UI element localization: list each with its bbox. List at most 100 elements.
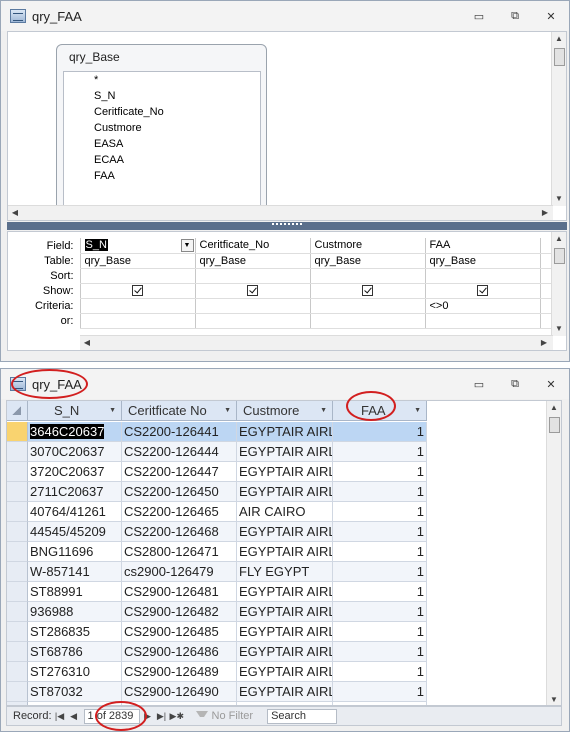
scroll-down-icon[interactable]: ▼ [552, 322, 566, 336]
record-selector[interactable] [7, 602, 28, 622]
table-row[interactable]: 44545/45209 CS2200-126468 EGYPTAIR AIRLI 1 [7, 522, 427, 542]
table-row[interactable]: ST88991 CS2900-126481 EGYPTAIR AIRLI 1 [7, 582, 427, 602]
table-cell[interactable]: 1 [333, 462, 427, 482]
record-selector[interactable] [7, 542, 28, 562]
table-cell[interactable]: EGYPTAIR AIRLI [237, 662, 333, 682]
table-cell[interactable]: CS2800-126471 [122, 542, 237, 562]
scroll-down-icon[interactable]: ▼ [552, 192, 566, 206]
table-cell[interactable]: CS2900-126485 [122, 622, 237, 642]
sort-arrow-icon[interactable]: ▼ [320, 401, 327, 421]
table-row[interactable]: 3070C20637 CS2200-126444 EGYPTAIR AIRLI 1 [7, 442, 427, 462]
table-row[interactable]: 3646C20637 CS2200-126441 EGYPTAIR AIRLI 1 [7, 422, 427, 442]
cell-value[interactable]: 3646C20637 [30, 424, 105, 439]
grid-horizontal-scrollbar[interactable]: ◀ ▶ [80, 335, 553, 350]
table-cell[interactable]: 1 [333, 502, 427, 522]
criteria-cell[interactable]: <>0 [424, 298, 540, 314]
table-cell[interactable]: EGYPTAIR AIRLI [237, 622, 333, 642]
table-cell[interactable]: CS2900-126481 [122, 582, 237, 602]
table-row[interactable]: 40764/41261 CS2200-126465 AIR CAIRO 1 [7, 502, 427, 522]
record-selector[interactable] [7, 422, 28, 442]
table-cell[interactable]: EGYPTAIR AIRLI [237, 482, 333, 502]
pane-splitter[interactable] [7, 222, 567, 230]
datasheet-vertical-scrollbar[interactable]: ▲ ▼ [546, 401, 561, 705]
criteria-cell[interactable] [309, 298, 425, 314]
record-selector[interactable] [7, 682, 28, 702]
table-cell[interactable]: 2711C20637 [28, 482, 122, 502]
or-cell[interactable] [424, 313, 540, 329]
last-record-icon[interactable]: ▶| [156, 711, 168, 722]
field-list-item[interactable]: Ceritficate_No [64, 104, 260, 120]
table-cell[interactable]: CS2900-126490 [122, 682, 237, 702]
table-cell[interactable]: 3720C20637 [28, 462, 122, 482]
table-cell[interactable]: CS2200-126468 [122, 522, 237, 542]
field-list-item[interactable]: * [64, 72, 260, 88]
field-list-item[interactable]: FAA [64, 168, 260, 184]
criteria-cell[interactable] [194, 298, 310, 314]
table-row[interactable]: ST276310 CS2900-126489 EGYPTAIR AIRLI 1 [7, 662, 427, 682]
minimize-button[interactable]: ▭ [461, 375, 497, 393]
record-selector[interactable] [7, 582, 28, 602]
field-value[interactable]: S_N [84, 238, 108, 251]
table-cell[interactable]: 3646C20637 [28, 422, 122, 442]
chevron-down-icon[interactable]: ▼ [180, 238, 194, 252]
scroll-thumb[interactable] [549, 417, 560, 433]
table-cell[interactable]: 1 [333, 582, 427, 602]
record-selector[interactable] [7, 502, 28, 522]
criteria-cell[interactable] [79, 298, 195, 314]
record-selector[interactable] [7, 442, 28, 462]
field-cell[interactable]: Custmore [309, 238, 425, 254]
table-row[interactable]: 2711C20637 CS2200-126450 EGYPTAIR AIRLI 1 [7, 482, 427, 502]
table-cell[interactable]: CS2200-126447 [122, 462, 237, 482]
table-cell[interactable]: FLY EGYPT [237, 562, 333, 582]
table-cell[interactable]: CS2200-126441 [122, 422, 237, 442]
first-record-icon[interactable]: |◀ [54, 711, 66, 722]
table-cell[interactable]: cs2900-126479 [122, 562, 237, 582]
table-row[interactable]: 936988 CS2900-126482 EGYPTAIR AIRLI 1 [7, 602, 427, 622]
table-cell[interactable]: 1 [333, 662, 427, 682]
table-cell[interactable]: EGYPTAIR AIRLI [237, 422, 333, 442]
table-cell[interactable]: W-857141 [28, 562, 122, 582]
field-list-item[interactable]: ECAA [64, 152, 260, 168]
or-cell[interactable] [309, 313, 425, 329]
table-cell[interactable]: CS2200-126444 [122, 442, 237, 462]
table-cell[interactable]: 40764/41261 [28, 502, 122, 522]
scroll-down-icon[interactable]: ▼ [547, 693, 561, 705]
table-cell[interactable]: ST276310 [28, 662, 122, 682]
scroll-right-icon[interactable]: ▶ [537, 336, 551, 350]
record-selector[interactable] [7, 522, 28, 542]
table-row[interactable]: BNG11696 CS2800-126471 EGYPTAIR AIRLI 1 [7, 542, 427, 562]
table-cell[interactable]: EGYPTAIR AIRLI [237, 522, 333, 542]
sort-cell[interactable] [424, 268, 540, 284]
table-field-list-box[interactable]: qry_Base * S_N Ceritficate_No Custmore E… [56, 44, 267, 213]
table-row[interactable]: ST68786 CS2900-126486 EGYPTAIR AIRLI 1 [7, 642, 427, 662]
grid-vertical-scrollbar[interactable]: ▲ ▼ [551, 232, 566, 336]
new-record-icon[interactable]: ▶✱ [170, 711, 184, 722]
show-checkbox[interactable] [246, 285, 258, 297]
scroll-right-icon[interactable]: ▶ [538, 206, 552, 220]
table-cell[interactable]: 1 [333, 482, 427, 502]
scroll-left-icon[interactable]: ◀ [80, 336, 94, 350]
restore-button[interactable]: ⧉ [497, 375, 533, 393]
table-cell[interactable]: AIR CAIRO [237, 502, 333, 522]
sort-cell[interactable] [194, 268, 310, 284]
table-cell[interactable]: CS2900-126486 [122, 642, 237, 662]
table-cell[interactable]: EGYPTAIR AIRLI [237, 642, 333, 662]
sort-arrow-icon[interactable]: ▼ [224, 401, 231, 421]
record-selector[interactable] [7, 562, 28, 582]
scroll-thumb[interactable] [554, 48, 565, 66]
table-cell[interactable]: CS2200-126450 [122, 482, 237, 502]
table-cell[interactable]: EGYPTAIR AIRLI [237, 582, 333, 602]
table-cell[interactable]: 1 [333, 602, 427, 622]
close-button[interactable]: ✕ [533, 7, 569, 25]
show-checkbox[interactable] [131, 285, 143, 297]
table-cell[interactable]: BNG11696 [28, 542, 122, 562]
table-cell[interactable]: ST286835 [28, 622, 122, 642]
field-list-item[interactable]: Custmore [64, 120, 260, 136]
table-cell[interactable]: qry_Base [424, 253, 540, 269]
previous-record-icon[interactable]: ◀ [68, 711, 80, 722]
record-selector[interactable] [7, 642, 28, 662]
no-filter-button[interactable]: No Filter [195, 710, 253, 722]
table-pane-horizontal-scrollbar[interactable]: ◀ ▶ [8, 205, 553, 220]
field-list-item[interactable]: S_N [64, 88, 260, 104]
column-header-custmore[interactable]: Custmore ▼ [237, 401, 333, 421]
